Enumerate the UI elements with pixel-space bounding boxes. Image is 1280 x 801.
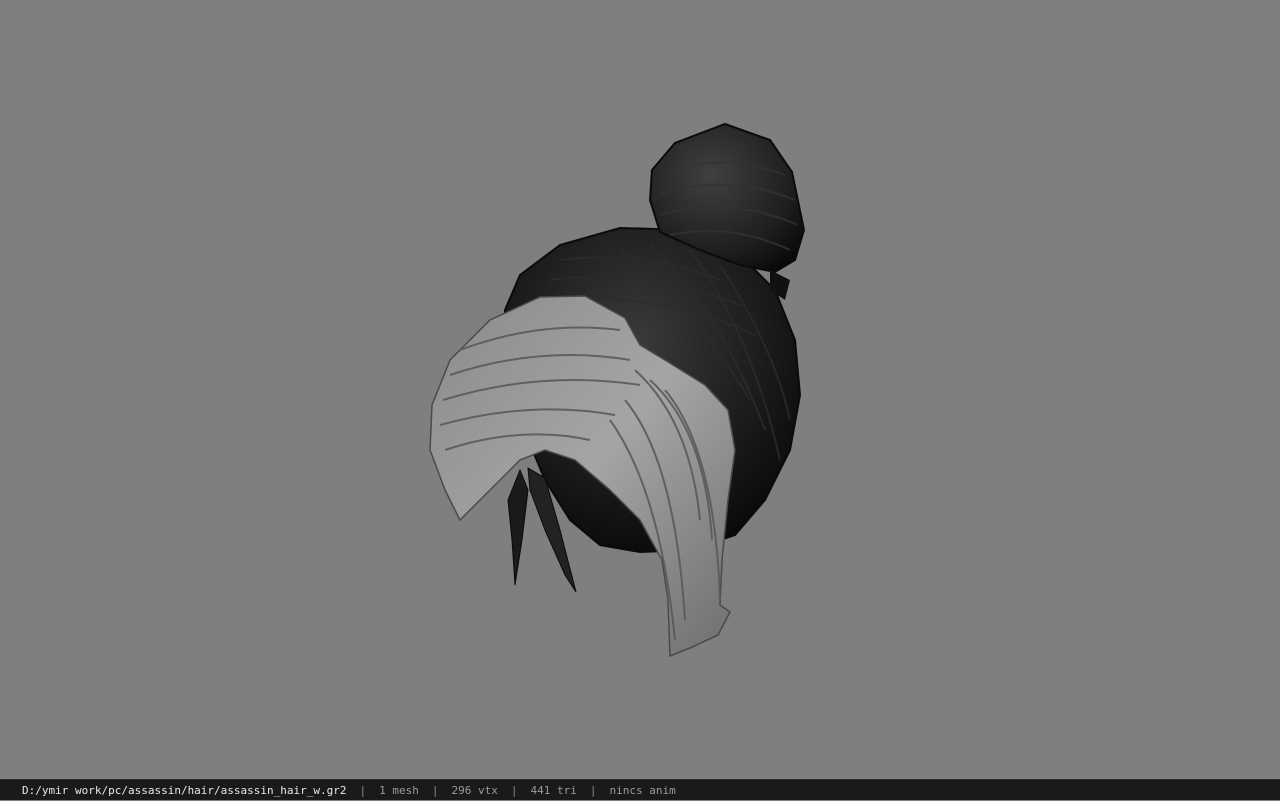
separator: | [510, 783, 518, 797]
mesh-count: 1 mesh [379, 783, 419, 797]
vertex-count: 296 vtx [451, 783, 498, 797]
hair-strand-left [507, 468, 529, 586]
separator: | [589, 783, 597, 797]
separator: | [431, 783, 439, 797]
triangle-count: 441 tri [530, 783, 577, 797]
hair-model[interactable] [0, 0, 1280, 779]
status-bar: D:/ymir work/pc/assassin/hair/assassin_h… [0, 779, 1280, 800]
file-path: D:/ymir work/pc/assassin/hair/assassin_h… [22, 783, 347, 797]
separator: | [359, 783, 367, 797]
animation-status: nincs anim [609, 783, 676, 797]
3d-viewport[interactable] [0, 0, 1280, 779]
